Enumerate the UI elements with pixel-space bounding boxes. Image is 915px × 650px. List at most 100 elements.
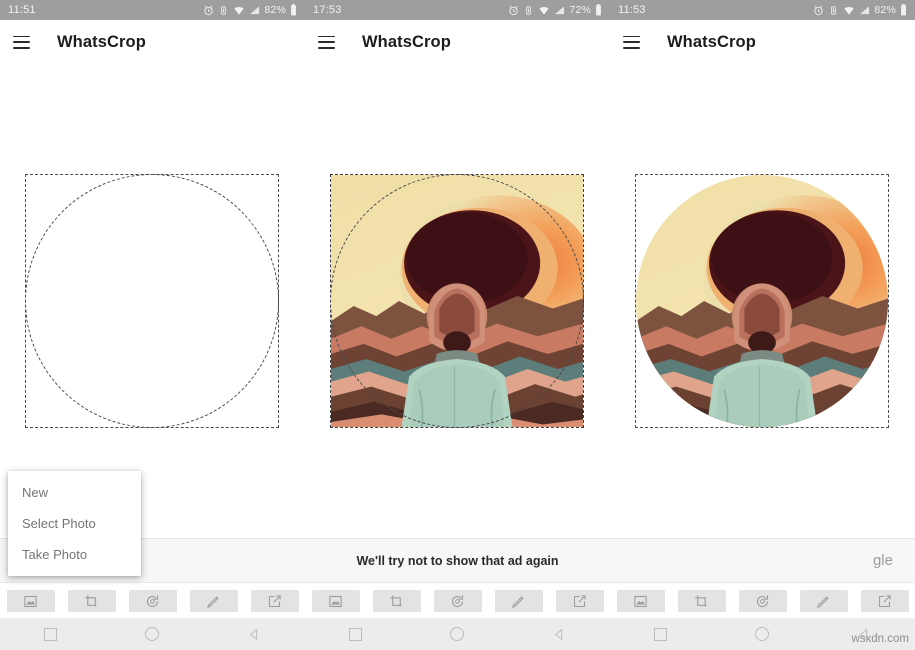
phone-screen-2: 17:53 72% WhatsCrop We'll try not to sho… xyxy=(305,0,610,650)
draw-button[interactable] xyxy=(799,590,848,612)
home-button[interactable] xyxy=(742,618,782,650)
android-nav-bar[interactable] xyxy=(0,618,305,650)
photo-icon xyxy=(24,595,37,607)
alarm-icon xyxy=(509,5,518,15)
status-bar: 11:53 82% xyxy=(610,0,915,20)
hamburger-icon[interactable] xyxy=(623,35,640,49)
crop-button[interactable] xyxy=(677,590,726,612)
recents-button[interactable] xyxy=(31,618,71,650)
crop-button[interactable] xyxy=(67,590,116,612)
status-time: 11:51 xyxy=(8,4,36,16)
status-bar: 17:53 72% xyxy=(305,0,610,20)
crop-frame[interactable] xyxy=(635,174,889,428)
draw-button[interactable] xyxy=(494,590,543,612)
photo-icon xyxy=(634,595,647,607)
status-icons: 82% xyxy=(813,4,907,16)
menu-item-select-photo[interactable]: Select Photo xyxy=(8,508,141,539)
phone-screen-1: 11:51 82% WhatsCrop New Select Photo Tak… xyxy=(0,0,305,650)
crop-button[interactable] xyxy=(372,590,421,612)
draw-button[interactable] xyxy=(189,590,238,612)
vibrate-icon xyxy=(831,5,837,15)
share-button[interactable] xyxy=(250,590,299,612)
back-button[interactable] xyxy=(234,618,274,650)
rotate-button[interactable] xyxy=(738,590,787,612)
pencil-icon xyxy=(512,595,524,608)
signal-icon xyxy=(250,5,260,14)
home-circle-icon xyxy=(755,627,770,641)
share-icon xyxy=(573,594,586,607)
vibrate-icon xyxy=(526,5,532,15)
phone-screen-3: 11:53 82% WhatsCrop gle wsxdn.com xyxy=(610,0,915,650)
hamburger-icon[interactable] xyxy=(13,35,30,49)
status-icons: 72% xyxy=(508,4,602,16)
back-button[interactable] xyxy=(539,618,579,650)
photo-preview-circular xyxy=(636,175,888,427)
site-watermark: wsxdn.com xyxy=(851,633,909,645)
status-time: 17:53 xyxy=(313,4,342,16)
recents-button[interactable] xyxy=(336,618,376,650)
share-button[interactable] xyxy=(555,590,604,612)
photo-button[interactable] xyxy=(616,590,665,612)
status-bar: 11:51 82% xyxy=(0,0,305,20)
battery-icon xyxy=(291,4,296,16)
home-button[interactable] xyxy=(132,618,172,650)
ad-message: We'll try not to show that ad again xyxy=(356,553,559,568)
battery-icon xyxy=(901,4,906,16)
home-circle-icon xyxy=(450,627,465,641)
crop-canvas-1[interactable] xyxy=(0,64,305,494)
photo-button[interactable] xyxy=(311,590,360,612)
crop-canvas-2[interactable] xyxy=(305,64,610,494)
recents-square-icon xyxy=(349,627,363,641)
menu-item-label: New xyxy=(22,485,49,500)
wifi-icon xyxy=(234,6,244,15)
rotate-button[interactable] xyxy=(433,590,482,612)
ad-strip[interactable]: gle xyxy=(610,538,915,583)
rotate-icon xyxy=(146,594,159,607)
circle-guide xyxy=(330,174,584,428)
wifi-icon xyxy=(539,6,549,15)
app-title: WhatsCrop xyxy=(57,32,146,51)
ad-attribution: gle xyxy=(872,552,893,569)
sunset-illustration xyxy=(636,175,888,427)
battery-percent: 82% xyxy=(874,4,896,16)
crop-frame[interactable] xyxy=(330,174,584,428)
pencil-icon xyxy=(817,595,829,608)
app-bar: WhatsCrop xyxy=(305,20,610,64)
back-triangle-icon xyxy=(249,628,257,640)
app-bar: WhatsCrop xyxy=(610,20,915,64)
hamburger-icon[interactable] xyxy=(318,35,335,49)
ad-strip[interactable]: We'll try not to show that ad again xyxy=(305,538,610,583)
photo-icon xyxy=(329,595,342,607)
android-nav-bar[interactable] xyxy=(305,618,610,650)
crop-icon xyxy=(695,594,707,606)
crop-canvas-3[interactable] xyxy=(610,64,915,494)
wifi-icon xyxy=(844,6,854,15)
share-button[interactable] xyxy=(860,590,909,612)
rotate-button[interactable] xyxy=(128,590,177,612)
alarm-icon xyxy=(204,5,213,15)
photo-button[interactable] xyxy=(6,590,55,612)
share-icon xyxy=(878,594,891,607)
circle-guide xyxy=(25,174,279,428)
vibrate-icon xyxy=(221,5,227,15)
app-bar: WhatsCrop xyxy=(0,20,305,64)
share-icon xyxy=(268,594,281,607)
back-triangle-icon xyxy=(554,628,562,640)
crop-icon xyxy=(390,594,402,606)
battery-percent: 72% xyxy=(569,4,591,16)
menu-item-new[interactable]: New xyxy=(8,477,141,508)
recents-button[interactable] xyxy=(641,618,681,650)
crop-frame[interactable] xyxy=(25,174,279,428)
alarm-icon xyxy=(814,5,823,15)
signal-icon xyxy=(860,5,870,14)
home-circle-icon xyxy=(145,627,160,641)
menu-item-take-photo[interactable]: Take Photo xyxy=(8,539,141,570)
status-time: 11:53 xyxy=(618,4,646,16)
new-photo-menu[interactable]: New Select Photo Take Photo xyxy=(8,471,141,576)
editor-toolbar[interactable] xyxy=(610,584,915,618)
home-button[interactable] xyxy=(437,618,477,650)
menu-item-label: Take Photo xyxy=(22,547,88,562)
crop-icon xyxy=(85,594,97,606)
editor-toolbar[interactable] xyxy=(305,584,610,618)
editor-toolbar[interactable] xyxy=(0,584,305,618)
